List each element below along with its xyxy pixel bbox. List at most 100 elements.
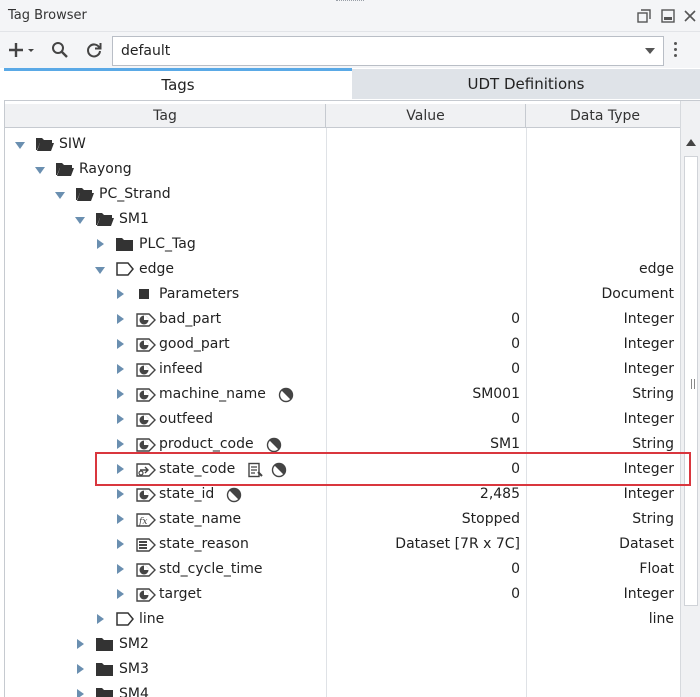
- plus-icon: [9, 43, 34, 57]
- collapsed-arrow-icon[interactable]: [117, 564, 124, 574]
- opc-tag-icon: [135, 361, 156, 379]
- tag-datatype: Integer: [623, 311, 674, 327]
- tag-name: SIW: [59, 136, 86, 152]
- tag-name: state_name: [159, 511, 242, 527]
- vertical-scrollbar[interactable]: [680, 101, 700, 697]
- column-header-tag[interactable]: Tag: [5, 104, 326, 128]
- more-options-icon[interactable]: [672, 40, 678, 60]
- tree-row-edge[interactable]: edge edge: [5, 257, 684, 282]
- tag-datatype: String: [632, 436, 674, 452]
- tag-name: good_part: [159, 336, 230, 352]
- tree-row-pc-strand[interactable]: PC_Strand: [5, 182, 684, 207]
- tag-datatype: Integer: [623, 486, 674, 502]
- collapsed-arrow-icon[interactable]: [117, 539, 124, 549]
- tag-name: edge: [139, 261, 174, 277]
- float-window-icon[interactable]: [636, 8, 652, 24]
- tree-row-target[interactable]: target 0 Integer: [5, 582, 684, 607]
- tree-row-outfeed[interactable]: outfeed 0 Integer: [5, 407, 684, 432]
- collapsed-arrow-icon[interactable]: [97, 614, 104, 624]
- tab-udt-definitions[interactable]: UDT Definitions: [352, 69, 700, 99]
- tag-name: state_id: [159, 486, 215, 502]
- tag-name: infeed: [159, 361, 203, 377]
- tree-row-infeed[interactable]: infeed 0 Integer: [5, 357, 684, 382]
- tree-row-good-part[interactable]: good_part 0 Integer: [5, 332, 684, 357]
- search-button[interactable]: [48, 38, 72, 62]
- collapsed-arrow-icon[interactable]: [117, 314, 124, 324]
- tag-provider-value: default: [121, 43, 171, 59]
- tag-name: outfeed: [159, 411, 213, 427]
- collapsed-arrow-icon[interactable]: [117, 589, 124, 599]
- collapsed-arrow-icon[interactable]: [117, 439, 124, 449]
- tag-datatype: Float: [639, 561, 674, 577]
- history-icon: [226, 487, 242, 503]
- tag-datatype: edge: [639, 261, 674, 277]
- tree-row-bad-part[interactable]: bad_part 0 Integer: [5, 307, 684, 332]
- tag-value: 0: [511, 336, 520, 352]
- tag-name: product_code: [159, 436, 254, 452]
- collapsed-arrow-icon[interactable]: [117, 489, 124, 499]
- minimize-icon[interactable]: [660, 8, 676, 24]
- collapsed-arrow-icon[interactable]: [117, 414, 124, 424]
- tree-row-machine-name[interactable]: machine_name SM001 String: [5, 382, 684, 407]
- tag-name: SM1: [119, 211, 149, 227]
- tree-row-std-cycle-time[interactable]: std_cycle_time 0 Float: [5, 557, 684, 582]
- expanded-arrow-icon[interactable]: [35, 167, 45, 174]
- collapsed-arrow-icon[interactable]: [77, 689, 84, 697]
- tag-provider-select[interactable]: default: [112, 36, 664, 66]
- tree-row-line[interactable]: line line: [5, 607, 684, 632]
- tag-datatype: String: [632, 386, 674, 402]
- history-icon: [266, 437, 282, 453]
- scrollbar-thumb[interactable]: [684, 156, 698, 606]
- expanded-arrow-icon[interactable]: [75, 217, 85, 224]
- column-header-datatype[interactable]: Data Type: [526, 104, 684, 128]
- close-icon[interactable]: [682, 8, 698, 24]
- tag-datatype: Document: [601, 286, 674, 302]
- collapsed-arrow-icon[interactable]: [117, 389, 124, 399]
- chevron-down-icon[interactable]: [645, 48, 655, 54]
- collapsed-arrow-icon[interactable]: [117, 289, 124, 299]
- folder-open-icon: [35, 136, 55, 154]
- tree-row-parameters[interactable]: Parameters Document: [5, 282, 684, 307]
- collapsed-arrow-icon[interactable]: [117, 514, 124, 524]
- tree-row-siw[interactable]: SIW: [5, 132, 684, 157]
- tag-name: state_reason: [159, 536, 249, 552]
- drag-grip[interactable]: [336, 0, 364, 4]
- opc-tag-icon: [135, 561, 156, 579]
- scroll-up-icon[interactable]: [686, 139, 696, 146]
- add-tag-button[interactable]: [8, 38, 38, 62]
- tag-name: machine_name: [159, 386, 266, 402]
- refresh-icon: [87, 43, 102, 58]
- tree-row-plc-tag[interactable]: PLC_Tag: [5, 232, 684, 257]
- tree-row-sm1[interactable]: SM1: [5, 207, 684, 232]
- udt-instance-icon: [115, 261, 135, 279]
- tag-value: 0: [511, 561, 520, 577]
- opc-tag-icon: [135, 386, 156, 404]
- opc-tag-icon: [135, 311, 156, 329]
- expanded-arrow-icon[interactable]: [15, 142, 25, 149]
- expanded-arrow-icon[interactable]: [95, 267, 105, 274]
- tab-tags[interactable]: Tags: [4, 68, 352, 99]
- tree-row-sm4[interactable]: SM4: [5, 682, 684, 697]
- table-header: Tag Value Data Type: [5, 104, 684, 128]
- collapsed-arrow-icon[interactable]: [117, 364, 124, 374]
- tree-row-state-name[interactable]: fx state_name Stopped String: [5, 507, 684, 532]
- folder-icon: [95, 636, 115, 654]
- tree-row-sm2[interactable]: SM2: [5, 632, 684, 657]
- collapsed-arrow-icon[interactable]: [77, 664, 84, 674]
- expanded-arrow-icon[interactable]: [55, 192, 65, 199]
- toolbar: default: [0, 32, 700, 68]
- column-header-value[interactable]: Value: [326, 104, 526, 128]
- collapsed-arrow-icon[interactable]: [77, 639, 84, 649]
- tag-name: bad_part: [159, 311, 222, 327]
- collapsed-arrow-icon[interactable]: [97, 239, 104, 249]
- collapsed-arrow-icon[interactable]: [117, 339, 124, 349]
- tree-row-state-reason[interactable]: state_reason Dataset [7R x 7C] Dataset: [5, 532, 684, 557]
- tree-row-rayong[interactable]: Rayong: [5, 157, 684, 182]
- opc-tag-icon: [135, 586, 156, 604]
- folder-open-icon: [75, 186, 95, 204]
- folder-icon: [95, 686, 115, 697]
- refresh-button[interactable]: [82, 38, 106, 62]
- tag-name: target: [159, 586, 202, 602]
- tree-row-sm3[interactable]: SM3: [5, 657, 684, 682]
- tag-datatype: Integer: [623, 411, 674, 427]
